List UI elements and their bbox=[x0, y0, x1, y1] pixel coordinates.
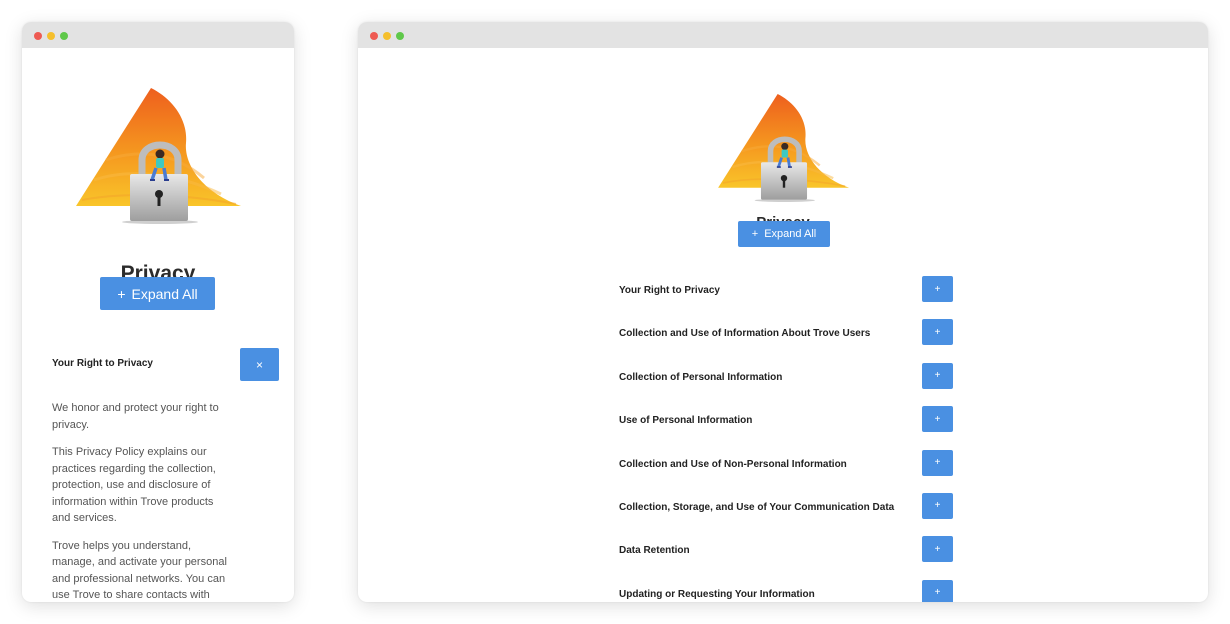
accordion-row[interactable]: Use of Personal Information + bbox=[619, 406, 953, 449]
accordion-title: Collection and Use of Information About … bbox=[619, 328, 871, 340]
accordion-row[interactable]: Collection and Use of Non-Personal Infor… bbox=[619, 449, 953, 493]
plus-icon: + bbox=[934, 283, 941, 295]
plus-icon: + bbox=[934, 326, 941, 338]
expand-section-button[interactable]: + bbox=[922, 579, 953, 602]
expand-section-button[interactable]: + bbox=[922, 536, 953, 563]
accordion-row[interactable]: Collection, Storage, and Use of Your Com… bbox=[619, 492, 953, 536]
expand-section-button[interactable]: + bbox=[922, 406, 953, 433]
accordion-body: We honor and protect your right to priva… bbox=[52, 400, 232, 602]
accordion-title: Your Right to Privacy bbox=[52, 358, 153, 369]
minimize-dot-icon[interactable] bbox=[383, 32, 391, 40]
collapse-button[interactable]: × bbox=[240, 348, 279, 381]
page-content: Privacy + Expand All Your Right to Priva… bbox=[358, 48, 1208, 602]
privacy-padlock-illustration-icon bbox=[718, 94, 850, 202]
plus-icon: + bbox=[117, 285, 126, 302]
window-titlebar bbox=[22, 22, 294, 48]
mobile-browser-window: Privacy + Expand All Your Right to Priva… bbox=[22, 22, 294, 602]
close-dot-icon[interactable] bbox=[34, 32, 42, 40]
accordion-row[interactable]: Collection and Use of Information About … bbox=[619, 319, 953, 362]
window-titlebar bbox=[358, 22, 1208, 48]
expand-section-button[interactable]: + bbox=[922, 449, 953, 476]
accordion-title: Data Retention bbox=[619, 545, 690, 557]
accordion-title: Use of Personal Information bbox=[619, 415, 753, 427]
accordion-title: Updating or Requesting Your Information bbox=[619, 588, 815, 600]
accordion-list: Your Right to Privacy + Collection and U… bbox=[619, 276, 953, 602]
accordion-header-your-right-to-privacy[interactable]: Your Right to Privacy × bbox=[52, 348, 280, 381]
expand-all-label: Expand All bbox=[764, 228, 817, 240]
plus-icon: + bbox=[934, 587, 941, 599]
expand-section-button[interactable]: + bbox=[922, 362, 953, 389]
close-icon: × bbox=[255, 357, 263, 372]
desktop-browser-window: Privacy + Expand All Your Right to Priva… bbox=[358, 22, 1208, 602]
accordion-row[interactable]: Collection of Personal Information + bbox=[619, 362, 953, 406]
maximize-dot-icon[interactable] bbox=[396, 32, 404, 40]
plus-icon: + bbox=[934, 457, 941, 469]
expand-all-button[interactable]: + Expand All bbox=[100, 277, 215, 310]
expand-all-label: Expand All bbox=[131, 285, 198, 302]
accordion-title: Your Right to Privacy bbox=[619, 285, 720, 296]
close-dot-icon[interactable] bbox=[370, 32, 378, 40]
accordion-title: Collection and Use of Non-Personal Infor… bbox=[619, 458, 847, 470]
expand-section-button[interactable]: + bbox=[922, 276, 953, 302]
expand-section-button[interactable]: + bbox=[922, 319, 953, 346]
plus-icon: + bbox=[751, 228, 759, 240]
plus-icon: + bbox=[934, 500, 941, 512]
maximize-dot-icon[interactable] bbox=[60, 32, 68, 40]
plus-icon: + bbox=[934, 543, 941, 555]
accordion-row[interactable]: Data Retention + bbox=[619, 536, 953, 579]
accordion-title: Collection, Storage, and Use of Your Com… bbox=[619, 501, 895, 513]
paragraph: Trove helps you understand, manage, and … bbox=[52, 539, 227, 602]
accordion-title: Collection of Personal Information bbox=[619, 371, 783, 383]
expand-all-button[interactable]: + Expand All bbox=[738, 221, 830, 247]
paragraph: This Privacy Policy explains our practic… bbox=[52, 446, 216, 524]
privacy-padlock-illustration-icon bbox=[76, 88, 242, 224]
accordion-row[interactable]: Your Right to Privacy + bbox=[619, 276, 953, 319]
paragraph: We honor and protect your right to priva… bbox=[52, 402, 219, 431]
page-content: Privacy + Expand All Your Right to Priva… bbox=[22, 48, 294, 602]
minimize-dot-icon[interactable] bbox=[47, 32, 55, 40]
expand-section-button[interactable]: + bbox=[922, 492, 953, 519]
accordion-row[interactable]: Updating or Requesting Your Information … bbox=[619, 579, 953, 602]
plus-icon: + bbox=[934, 370, 941, 382]
plus-icon: + bbox=[934, 413, 941, 425]
